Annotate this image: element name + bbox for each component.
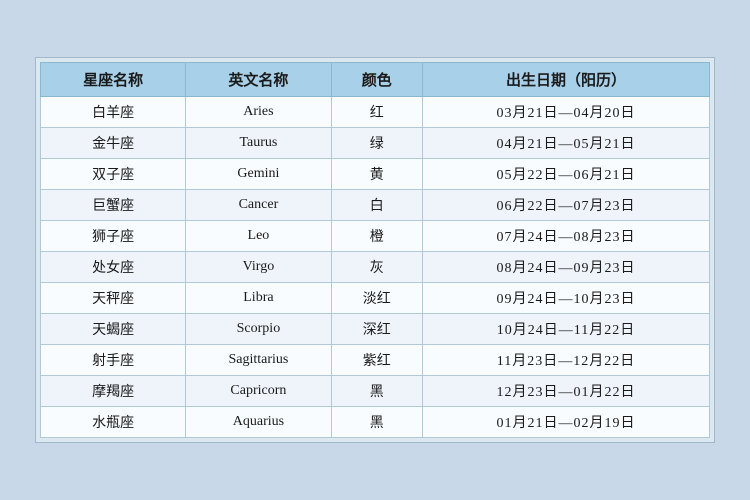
header-chinese-name: 星座名称 <box>41 63 186 97</box>
cell-color: 红 <box>331 97 422 128</box>
cell-english-name: Aquarius <box>186 407 331 438</box>
table-row: 白羊座Aries红03月21日—04月20日 <box>41 97 710 128</box>
cell-english-name: Sagittarius <box>186 345 331 376</box>
cell-dates: 03月21日—04月20日 <box>423 97 710 128</box>
cell-color: 黑 <box>331 407 422 438</box>
cell-chinese-name: 处女座 <box>41 252 186 283</box>
cell-dates: 12月23日—01月22日 <box>423 376 710 407</box>
cell-color: 黑 <box>331 376 422 407</box>
cell-color: 绿 <box>331 128 422 159</box>
table-row: 巨蟹座Cancer白06月22日—07月23日 <box>41 190 710 221</box>
cell-english-name: Gemini <box>186 159 331 190</box>
cell-dates: 10月24日—11月22日 <box>423 314 710 345</box>
cell-chinese-name: 水瓶座 <box>41 407 186 438</box>
cell-english-name: Cancer <box>186 190 331 221</box>
cell-english-name: Taurus <box>186 128 331 159</box>
header-birthdate: 出生日期（阳历） <box>423 63 710 97</box>
cell-english-name: Scorpio <box>186 314 331 345</box>
cell-color: 深红 <box>331 314 422 345</box>
header-english-name: 英文名称 <box>186 63 331 97</box>
cell-dates: 05月22日—06月21日 <box>423 159 710 190</box>
cell-chinese-name: 金牛座 <box>41 128 186 159</box>
cell-dates: 04月21日—05月21日 <box>423 128 710 159</box>
zodiac-table: 星座名称 英文名称 颜色 出生日期（阳历） 白羊座Aries红03月21日—04… <box>40 62 710 438</box>
cell-english-name: Capricorn <box>186 376 331 407</box>
cell-english-name: Virgo <box>186 252 331 283</box>
table-row: 双子座Gemini黄05月22日—06月21日 <box>41 159 710 190</box>
table-row: 天秤座Libra淡红09月24日—10月23日 <box>41 283 710 314</box>
table-body: 白羊座Aries红03月21日—04月20日金牛座Taurus绿04月21日—0… <box>41 97 710 438</box>
table-row: 天蝎座Scorpio深红10月24日—11月22日 <box>41 314 710 345</box>
cell-english-name: Aries <box>186 97 331 128</box>
cell-chinese-name: 白羊座 <box>41 97 186 128</box>
cell-dates: 09月24日—10月23日 <box>423 283 710 314</box>
table-row: 射手座Sagittarius紫红11月23日—12月22日 <box>41 345 710 376</box>
table-row: 金牛座Taurus绿04月21日—05月21日 <box>41 128 710 159</box>
cell-chinese-name: 天秤座 <box>41 283 186 314</box>
table-row: 处女座Virgo灰08月24日—09月23日 <box>41 252 710 283</box>
cell-chinese-name: 双子座 <box>41 159 186 190</box>
cell-color: 白 <box>331 190 422 221</box>
cell-color: 橙 <box>331 221 422 252</box>
table-row: 水瓶座Aquarius黑01月21日—02月19日 <box>41 407 710 438</box>
cell-dates: 01月21日—02月19日 <box>423 407 710 438</box>
cell-chinese-name: 巨蟹座 <box>41 190 186 221</box>
table-row: 摩羯座Capricorn黑12月23日—01月22日 <box>41 376 710 407</box>
cell-dates: 08月24日—09月23日 <box>423 252 710 283</box>
cell-dates: 11月23日—12月22日 <box>423 345 710 376</box>
zodiac-table-container: 星座名称 英文名称 颜色 出生日期（阳历） 白羊座Aries红03月21日—04… <box>35 57 715 443</box>
cell-color: 黄 <box>331 159 422 190</box>
cell-color: 紫红 <box>331 345 422 376</box>
header-color: 颜色 <box>331 63 422 97</box>
table-row: 狮子座Leo橙07月24日—08月23日 <box>41 221 710 252</box>
cell-dates: 06月22日—07月23日 <box>423 190 710 221</box>
cell-dates: 07月24日—08月23日 <box>423 221 710 252</box>
cell-english-name: Libra <box>186 283 331 314</box>
cell-chinese-name: 射手座 <box>41 345 186 376</box>
table-header-row: 星座名称 英文名称 颜色 出生日期（阳历） <box>41 63 710 97</box>
cell-color: 淡红 <box>331 283 422 314</box>
cell-chinese-name: 天蝎座 <box>41 314 186 345</box>
cell-english-name: Leo <box>186 221 331 252</box>
cell-chinese-name: 狮子座 <box>41 221 186 252</box>
cell-color: 灰 <box>331 252 422 283</box>
cell-chinese-name: 摩羯座 <box>41 376 186 407</box>
